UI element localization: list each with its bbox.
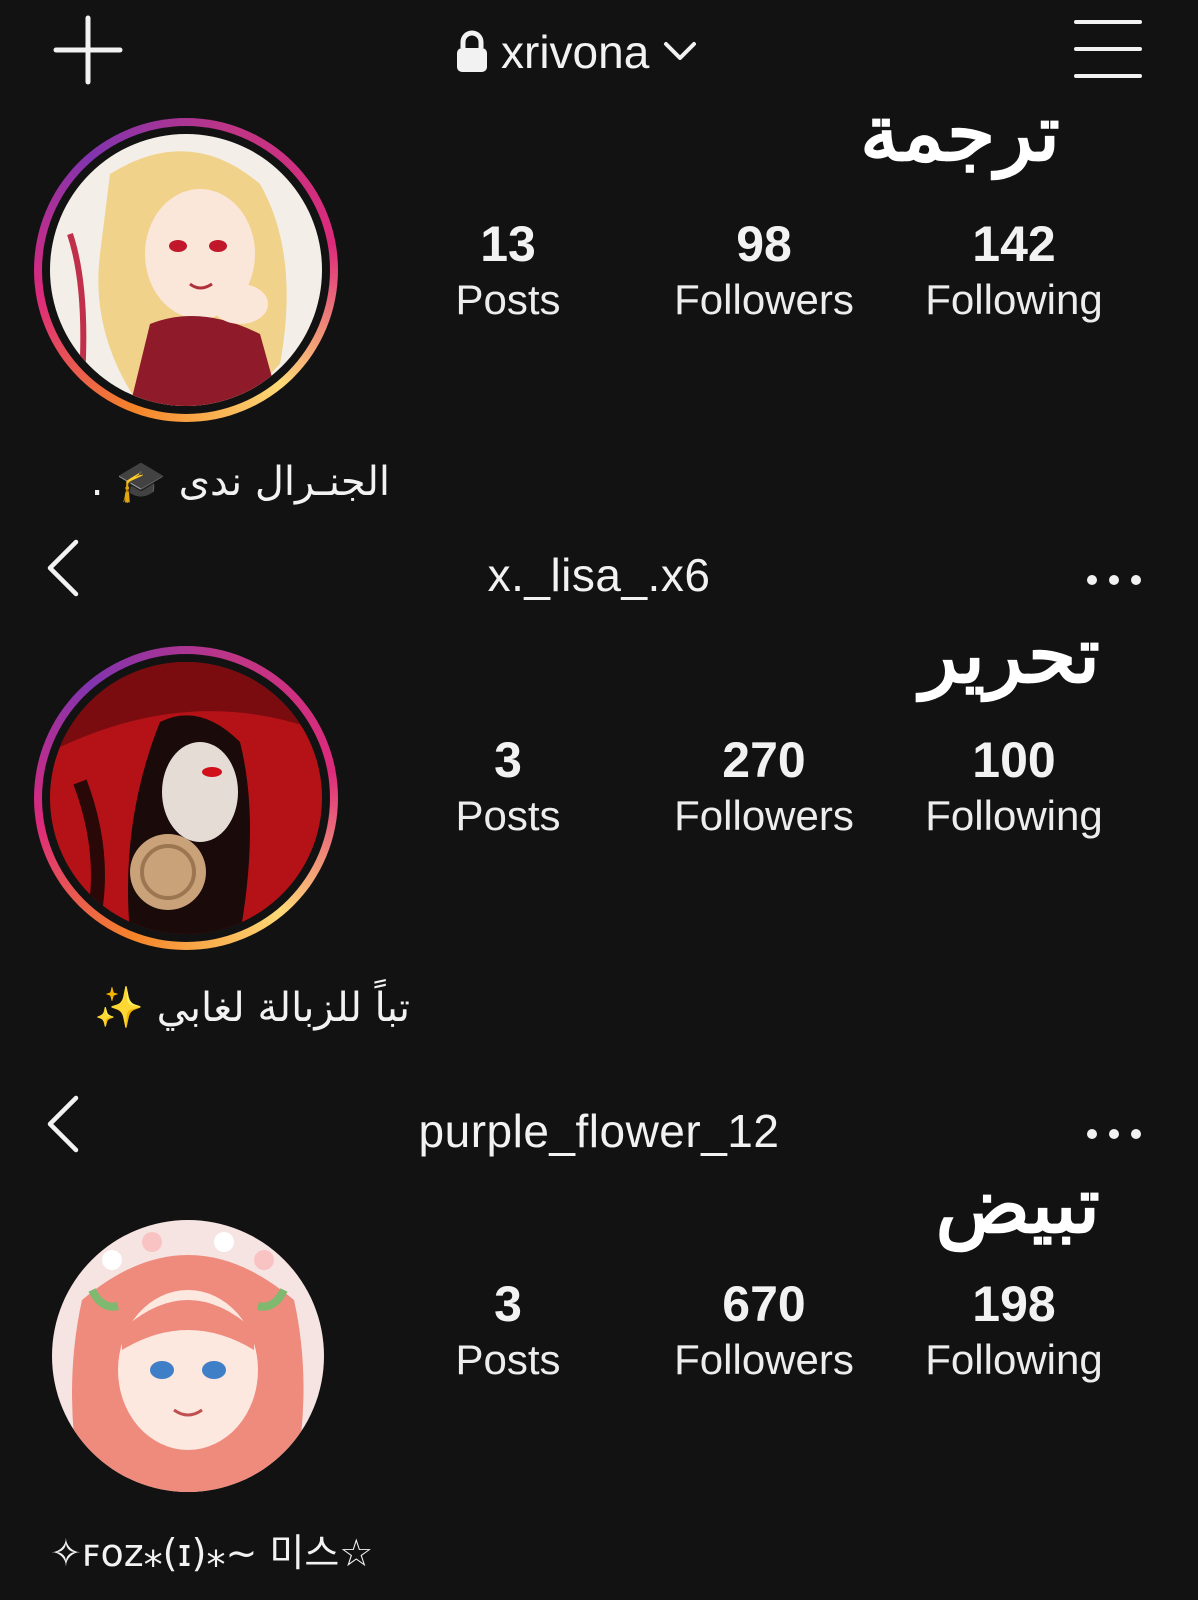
followers-number: 270 — [722, 732, 806, 788]
more-options-icon[interactable] — [1086, 552, 1146, 592]
more-options-icon[interactable] — [1086, 1106, 1146, 1146]
following-label: Following — [925, 1336, 1103, 1383]
header-username: purple_flower_12 — [418, 1105, 780, 1157]
followers-label: Followers — [674, 792, 854, 839]
following-count[interactable]: 142 Following — [884, 216, 1144, 328]
avatar-image — [50, 662, 322, 934]
overlay-tag: تبيض — [935, 1160, 1100, 1251]
profile-bio: الجنـرال ندى 🎓 . — [90, 459, 390, 505]
posts-count[interactable]: 3 Posts — [408, 732, 608, 844]
following-number: 198 — [972, 1276, 1056, 1332]
avatar[interactable] — [52, 1220, 324, 1492]
posts-label: Posts — [455, 276, 561, 323]
posts-number: 13 — [480, 216, 536, 272]
header-username: xrivona — [501, 26, 650, 78]
followers-number: 98 — [736, 216, 792, 272]
following-number: 142 — [972, 216, 1056, 272]
followers-number: 670 — [722, 1276, 806, 1332]
profile-bio: تباً للزبالة لغابي ✨ — [94, 985, 410, 1031]
hamburger-menu-icon[interactable] — [1074, 18, 1142, 80]
followers-label: Followers — [674, 276, 854, 323]
avatar-image — [50, 134, 322, 406]
lock-icon — [455, 30, 489, 74]
account-switcher[interactable]: xrivona — [455, 22, 697, 82]
posts-label: Posts — [455, 1336, 561, 1383]
chevron-down-icon — [663, 40, 697, 64]
following-label: Following — [925, 792, 1103, 839]
posts-label: Posts — [455, 792, 561, 839]
followers-count[interactable]: 670 Followers — [624, 1276, 904, 1388]
avatar-image — [52, 1220, 324, 1492]
posts-count[interactable]: 13 Posts — [408, 216, 608, 328]
following-count[interactable]: 198 Following — [884, 1276, 1144, 1388]
overlay-tag: ترجمة — [860, 88, 1060, 179]
posts-count[interactable]: 3 Posts — [408, 1276, 608, 1388]
posts-number: 3 — [494, 1276, 522, 1332]
following-label: Following — [925, 276, 1103, 323]
followers-count[interactable]: 98 Followers — [624, 216, 904, 328]
header-username: x._lisa_.x6 — [487, 549, 711, 601]
plus-icon[interactable] — [52, 14, 124, 86]
followers-count[interactable]: 270 Followers — [624, 732, 904, 844]
posts-number: 3 — [494, 732, 522, 788]
avatar[interactable] — [34, 118, 338, 422]
profile-bio: ✧ꜰᴏᴢ⁎(ɪ)⁎~ 미스☆ — [50, 1531, 374, 1575]
following-count[interactable]: 100 Following — [884, 732, 1144, 844]
overlay-tag: تحرير — [920, 610, 1100, 701]
followers-label: Followers — [674, 1336, 854, 1383]
avatar[interactable] — [34, 646, 338, 950]
following-number: 100 — [972, 732, 1056, 788]
